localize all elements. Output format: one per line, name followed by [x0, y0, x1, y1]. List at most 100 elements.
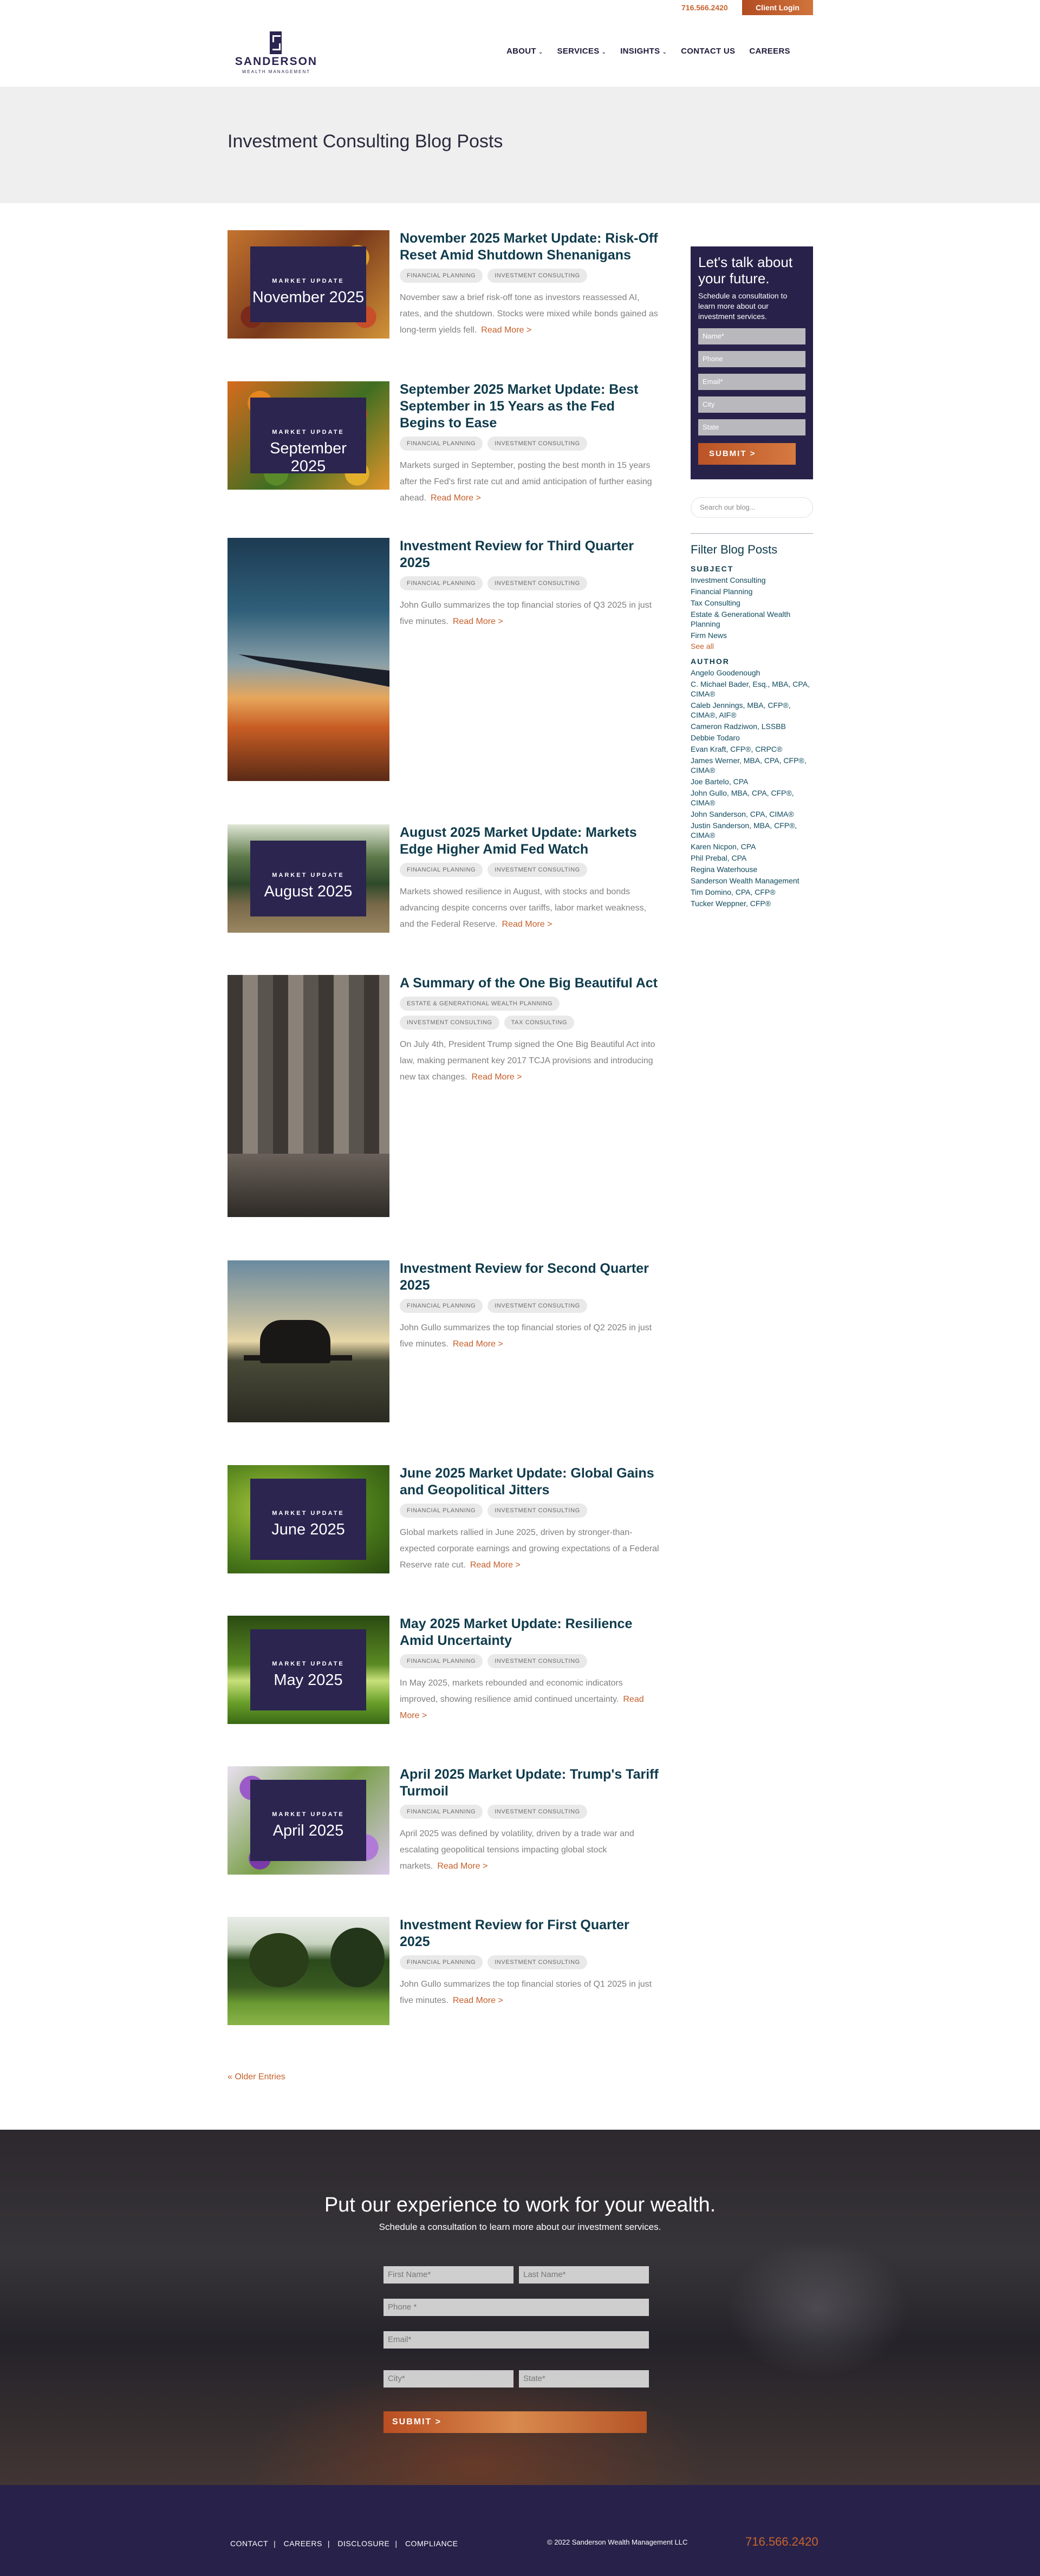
nav-about[interactable]: ABOUT ⌄: [506, 47, 543, 56]
city-field[interactable]: City: [698, 396, 805, 413]
post-title[interactable]: June 2025 Market Update: Global Gains an…: [400, 1465, 660, 1499]
post-thumbnail[interactable]: MARKET UPDATE August 2025: [227, 824, 389, 933]
read-more-link[interactable]: Read More >: [437, 1862, 487, 1871]
tag-chip[interactable]: INVESTMENT CONSULTING: [487, 1955, 587, 1969]
post-title[interactable]: A Summary of the One Big Beautiful Act: [400, 975, 660, 992]
read-more-link[interactable]: Read More >: [470, 1560, 521, 1570]
author-filter-item[interactable]: Tim Domino, CPA, CFP®: [691, 887, 813, 897]
nav-contact-us[interactable]: CONTACT US: [681, 47, 735, 56]
sidebar-submit-button[interactable]: SUBMIT >: [698, 443, 796, 465]
post-thumbnail[interactable]: MARKET UPDATE September 2025: [227, 381, 389, 490]
tag-chip[interactable]: INVESTMENT CONSULTING: [400, 1016, 499, 1030]
post-title[interactable]: Investment Review for Third Quarter 2025: [400, 538, 660, 571]
post-thumbnail[interactable]: MARKET UPDATE June 2025: [227, 1465, 389, 1573]
phone-field[interactable]: Phone: [698, 351, 805, 367]
nav-careers[interactable]: CAREERS: [749, 47, 790, 56]
post-title[interactable]: Investment Review for First Quarter 2025: [400, 1917, 660, 1950]
name-field[interactable]: Name*: [698, 328, 805, 344]
author-filter-item[interactable]: Cameron Radziwon, LSSBB: [691, 721, 813, 731]
post-title[interactable]: Investment Review for Second Quarter 202…: [400, 1260, 660, 1294]
tag-chip[interactable]: FINANCIAL PLANNING: [400, 437, 483, 451]
author-filter-item[interactable]: Angelo Goodenough: [691, 668, 813, 678]
read-more-link[interactable]: Read More >: [472, 1072, 522, 1082]
post-thumbnail[interactable]: MARKET UPDATE May 2025: [227, 1616, 389, 1724]
post-thumbnail[interactable]: MARKET UPDATE April 2025: [227, 1766, 389, 1875]
tag-chip[interactable]: FINANCIAL PLANNING: [400, 863, 483, 877]
author-filter-item[interactable]: Karen Nicpon, CPA: [691, 842, 813, 851]
post-title[interactable]: November 2025 Market Update: Risk-Off Re…: [400, 230, 660, 264]
tag-chip[interactable]: FINANCIAL PLANNING: [400, 269, 483, 283]
author-filter-item[interactable]: Joe Bartelo, CPA: [691, 777, 813, 786]
tag-chip[interactable]: FINANCIAL PLANNING: [400, 1654, 483, 1668]
tag-chip[interactable]: INVESTMENT CONSULTING: [487, 863, 587, 877]
author-filter-item[interactable]: Tucker Weppner, CFP®: [691, 899, 813, 908]
author-filter-item[interactable]: Evan Kraft, CFP®, CRPC®: [691, 744, 813, 754]
author-filter-item[interactable]: Caleb Jennings, MBA, CFP®, CIMA®, AIF®: [691, 700, 813, 720]
post-thumbnail[interactable]: [227, 1917, 389, 2025]
state-field[interactable]: State: [698, 419, 805, 435]
footer-phone-link[interactable]: 716.566.2420: [745, 2535, 818, 2549]
first-name-field[interactable]: First Name*: [384, 2266, 514, 2284]
logo[interactable]: SANDERSON WEALTH MANAGEMENT: [227, 31, 325, 75]
email-field[interactable]: Email*: [384, 2331, 649, 2349]
post-title[interactable]: April 2025 Market Update: Trump's Tariff…: [400, 1766, 660, 1800]
post-thumbnail[interactable]: MARKET UPDATE November 2025: [227, 230, 389, 339]
tag-chip[interactable]: FINANCIAL PLANNING: [400, 576, 483, 590]
tag-chip[interactable]: INVESTMENT CONSULTING: [487, 576, 587, 590]
tag-chip[interactable]: INVESTMENT CONSULTING: [487, 437, 587, 451]
author-filter-item[interactable]: Regina Waterhouse: [691, 864, 813, 874]
tag-chip[interactable]: TAX CONSULTING: [504, 1016, 574, 1030]
footer-link-disclosure[interactable]: DISCLOSURE: [337, 2539, 389, 2548]
client-login-button[interactable]: Client Login: [742, 0, 813, 15]
tag-chip[interactable]: INVESTMENT CONSULTING: [487, 269, 587, 283]
author-filter-item[interactable]: James Werner, MBA, CPA, CFP®, CIMA®: [691, 756, 813, 775]
post-thumbnail[interactable]: [227, 975, 389, 1217]
author-filter-item[interactable]: C. Michael Bader, Esq., MBA, CPA, CIMA®: [691, 679, 813, 699]
subject-filter-item[interactable]: Investment Consulting: [691, 575, 813, 585]
author-filter-item[interactable]: Phil Prebal, CPA: [691, 853, 813, 863]
blog-search-input[interactable]: Search our blog...: [691, 497, 813, 518]
nav-services[interactable]: SERVICES ⌄: [557, 47, 607, 56]
cta-submit-button[interactable]: SUBMIT >: [384, 2411, 647, 2433]
post-title[interactable]: May 2025 Market Update: Resilience Amid …: [400, 1616, 660, 1649]
see-all-link[interactable]: See all: [691, 642, 813, 650]
author-filter-item[interactable]: Justin Sanderson, MBA, CFP®, CIMA®: [691, 821, 813, 840]
email-field[interactable]: Email*: [698, 374, 805, 390]
read-more-link[interactable]: Read More >: [453, 1339, 503, 1349]
author-filter-item[interactable]: Debbie Todaro: [691, 733, 813, 743]
last-name-field[interactable]: Last Name*: [519, 2266, 649, 2284]
tag-chip[interactable]: FINANCIAL PLANNING: [400, 1504, 483, 1518]
older-entries-link[interactable]: « Older Entries: [227, 2072, 285, 2082]
footer-link-contact[interactable]: CONTACT: [230, 2539, 268, 2548]
city-field[interactable]: City*: [384, 2370, 514, 2388]
read-more-link[interactable]: Read More >: [481, 326, 531, 335]
tag-chip[interactable]: INVESTMENT CONSULTING: [487, 1654, 587, 1668]
tag-chip[interactable]: FINANCIAL PLANNING: [400, 1805, 483, 1819]
top-phone-link[interactable]: 716.566.2420: [681, 3, 728, 12]
phone-field[interactable]: Phone *: [384, 2299, 649, 2316]
post-title[interactable]: September 2025 Market Update: Best Septe…: [400, 381, 660, 432]
tag-chip[interactable]: INVESTMENT CONSULTING: [487, 1504, 587, 1518]
subject-filter-item[interactable]: Estate & Generational Wealth Planning: [691, 609, 813, 629]
post-thumbnail[interactable]: [227, 538, 389, 781]
tag-chip[interactable]: INVESTMENT CONSULTING: [487, 1805, 587, 1819]
subject-filter-item[interactable]: Tax Consulting: [691, 598, 813, 608]
read-more-link[interactable]: Read More >: [502, 920, 552, 929]
author-filter-item[interactable]: John Sanderson, CPA, CIMA®: [691, 809, 813, 819]
post-thumbnail[interactable]: [227, 1260, 389, 1422]
tag-chip[interactable]: ESTATE & GENERATIONAL WEALTH PLANNING: [400, 997, 560, 1011]
read-more-link[interactable]: Read More >: [431, 493, 481, 503]
nav-insights[interactable]: INSIGHTS ⌄: [620, 47, 667, 56]
subject-filter-item[interactable]: Financial Planning: [691, 587, 813, 596]
author-filter-item[interactable]: Sanderson Wealth Management: [691, 876, 813, 886]
tag-chip[interactable]: FINANCIAL PLANNING: [400, 1299, 483, 1313]
read-more-link[interactable]: Read More >: [453, 617, 503, 626]
post-title[interactable]: August 2025 Market Update: Markets Edge …: [400, 824, 660, 858]
tag-chip[interactable]: FINANCIAL PLANNING: [400, 1955, 483, 1969]
state-field[interactable]: State*: [519, 2370, 649, 2388]
read-more-link[interactable]: Read More >: [453, 1996, 503, 2005]
footer-link-careers[interactable]: CAREERS: [284, 2539, 322, 2548]
footer-link-compliance[interactable]: COMPLIANCE: [405, 2539, 458, 2548]
tag-chip[interactable]: INVESTMENT CONSULTING: [487, 1299, 587, 1313]
subject-filter-item[interactable]: Firm News: [691, 630, 813, 640]
